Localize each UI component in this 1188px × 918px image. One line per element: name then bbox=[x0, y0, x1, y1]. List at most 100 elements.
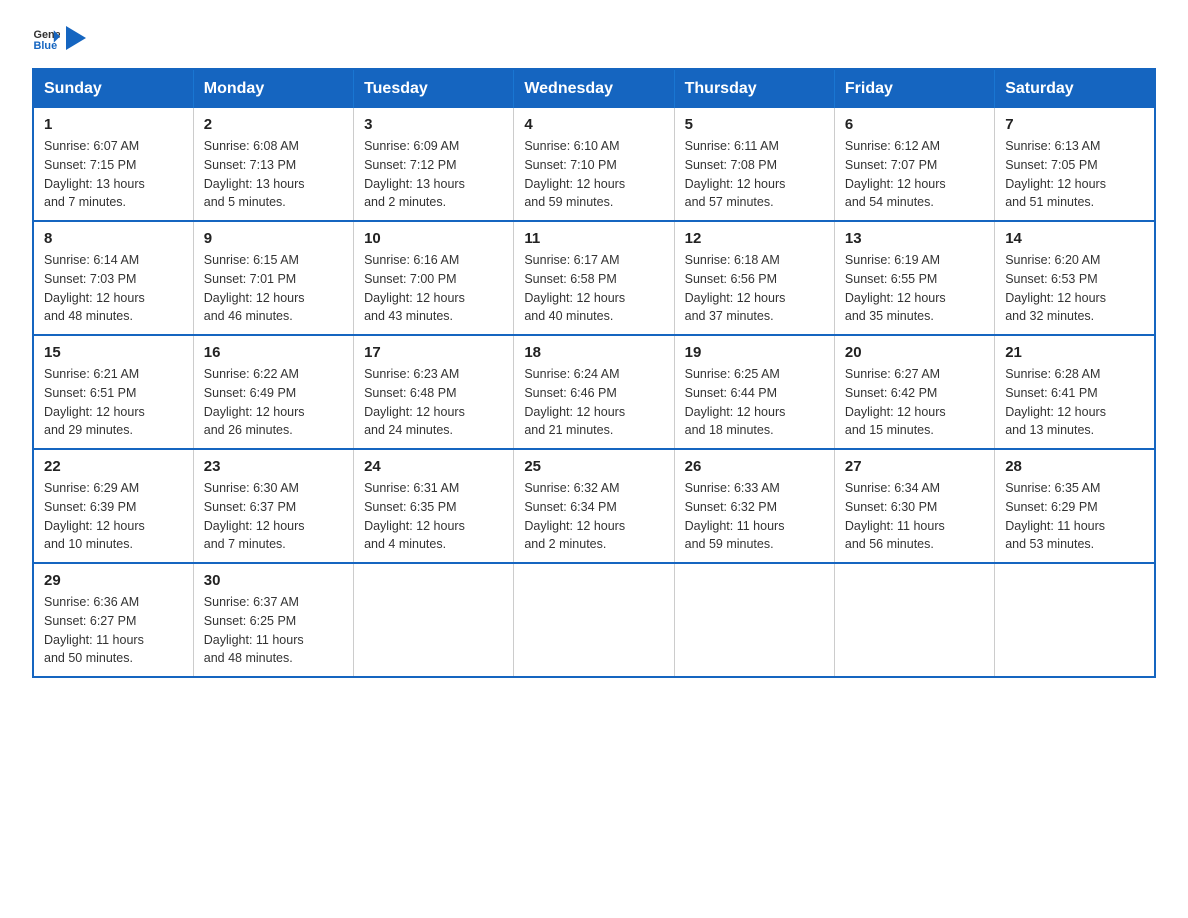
day-info: Sunrise: 6:27 AMSunset: 6:42 PMDaylight:… bbox=[845, 367, 946, 437]
day-number: 9 bbox=[204, 230, 343, 247]
day-info: Sunrise: 6:21 AMSunset: 6:51 PMDaylight:… bbox=[44, 367, 145, 437]
day-info: Sunrise: 6:33 AMSunset: 6:32 PMDaylight:… bbox=[685, 481, 785, 551]
day-number: 4 bbox=[524, 116, 663, 133]
logo-triangle-icon bbox=[66, 26, 86, 50]
day-info: Sunrise: 6:28 AMSunset: 6:41 PMDaylight:… bbox=[1005, 367, 1106, 437]
day-info: Sunrise: 6:34 AMSunset: 6:30 PMDaylight:… bbox=[845, 481, 945, 551]
calendar-cell: 5 Sunrise: 6:11 AMSunset: 7:08 PMDayligh… bbox=[674, 108, 834, 221]
day-info: Sunrise: 6:07 AMSunset: 7:15 PMDaylight:… bbox=[44, 139, 145, 209]
day-info: Sunrise: 6:24 AMSunset: 6:46 PMDaylight:… bbox=[524, 367, 625, 437]
day-info: Sunrise: 6:23 AMSunset: 6:48 PMDaylight:… bbox=[364, 367, 465, 437]
calendar-cell: 1 Sunrise: 6:07 AMSunset: 7:15 PMDayligh… bbox=[33, 108, 193, 221]
day-number: 14 bbox=[1005, 230, 1144, 247]
day-number: 5 bbox=[685, 116, 824, 133]
calendar-cell: 25 Sunrise: 6:32 AMSunset: 6:34 PMDaylig… bbox=[514, 449, 674, 563]
calendar-cell bbox=[674, 563, 834, 677]
calendar-cell: 3 Sunrise: 6:09 AMSunset: 7:12 PMDayligh… bbox=[354, 108, 514, 221]
day-info: Sunrise: 6:19 AMSunset: 6:55 PMDaylight:… bbox=[845, 253, 946, 323]
day-number: 3 bbox=[364, 116, 503, 133]
calendar-cell bbox=[995, 563, 1155, 677]
day-number: 30 bbox=[204, 572, 343, 589]
day-info: Sunrise: 6:11 AMSunset: 7:08 PMDaylight:… bbox=[685, 139, 786, 209]
day-number: 8 bbox=[44, 230, 183, 247]
weekday-header-friday: Friday bbox=[834, 69, 994, 108]
weekday-header-row: SundayMondayTuesdayWednesdayThursdayFrid… bbox=[33, 69, 1155, 108]
week-row-1: 1 Sunrise: 6:07 AMSunset: 7:15 PMDayligh… bbox=[33, 108, 1155, 221]
day-number: 28 bbox=[1005, 458, 1144, 475]
day-number: 21 bbox=[1005, 344, 1144, 361]
day-info: Sunrise: 6:08 AMSunset: 7:13 PMDaylight:… bbox=[204, 139, 305, 209]
week-row-2: 8 Sunrise: 6:14 AMSunset: 7:03 PMDayligh… bbox=[33, 221, 1155, 335]
calendar-cell: 29 Sunrise: 6:36 AMSunset: 6:27 PMDaylig… bbox=[33, 563, 193, 677]
calendar-cell: 23 Sunrise: 6:30 AMSunset: 6:37 PMDaylig… bbox=[193, 449, 353, 563]
day-info: Sunrise: 6:30 AMSunset: 6:37 PMDaylight:… bbox=[204, 481, 305, 551]
calendar-cell: 18 Sunrise: 6:24 AMSunset: 6:46 PMDaylig… bbox=[514, 335, 674, 449]
day-number: 18 bbox=[524, 344, 663, 361]
day-number: 19 bbox=[685, 344, 824, 361]
day-info: Sunrise: 6:22 AMSunset: 6:49 PMDaylight:… bbox=[204, 367, 305, 437]
calendar-cell: 20 Sunrise: 6:27 AMSunset: 6:42 PMDaylig… bbox=[834, 335, 994, 449]
calendar-cell: 22 Sunrise: 6:29 AMSunset: 6:39 PMDaylig… bbox=[33, 449, 193, 563]
day-info: Sunrise: 6:36 AMSunset: 6:27 PMDaylight:… bbox=[44, 595, 144, 665]
calendar-cell: 14 Sunrise: 6:20 AMSunset: 6:53 PMDaylig… bbox=[995, 221, 1155, 335]
logo-icon: General Blue bbox=[32, 24, 60, 52]
week-row-3: 15 Sunrise: 6:21 AMSunset: 6:51 PMDaylig… bbox=[33, 335, 1155, 449]
day-number: 26 bbox=[685, 458, 824, 475]
day-info: Sunrise: 6:09 AMSunset: 7:12 PMDaylight:… bbox=[364, 139, 465, 209]
calendar-cell bbox=[834, 563, 994, 677]
day-number: 1 bbox=[44, 116, 183, 133]
day-number: 29 bbox=[44, 572, 183, 589]
day-info: Sunrise: 6:17 AMSunset: 6:58 PMDaylight:… bbox=[524, 253, 625, 323]
calendar-cell: 16 Sunrise: 6:22 AMSunset: 6:49 PMDaylig… bbox=[193, 335, 353, 449]
day-number: 16 bbox=[204, 344, 343, 361]
day-number: 15 bbox=[44, 344, 183, 361]
day-number: 20 bbox=[845, 344, 984, 361]
calendar-cell: 15 Sunrise: 6:21 AMSunset: 6:51 PMDaylig… bbox=[33, 335, 193, 449]
day-info: Sunrise: 6:12 AMSunset: 7:07 PMDaylight:… bbox=[845, 139, 946, 209]
day-number: 27 bbox=[845, 458, 984, 475]
calendar-cell: 28 Sunrise: 6:35 AMSunset: 6:29 PMDaylig… bbox=[995, 449, 1155, 563]
day-info: Sunrise: 6:16 AMSunset: 7:00 PMDaylight:… bbox=[364, 253, 465, 323]
week-row-5: 29 Sunrise: 6:36 AMSunset: 6:27 PMDaylig… bbox=[33, 563, 1155, 677]
calendar-cell: 9 Sunrise: 6:15 AMSunset: 7:01 PMDayligh… bbox=[193, 221, 353, 335]
calendar-cell: 26 Sunrise: 6:33 AMSunset: 6:32 PMDaylig… bbox=[674, 449, 834, 563]
calendar-cell: 7 Sunrise: 6:13 AMSunset: 7:05 PMDayligh… bbox=[995, 108, 1155, 221]
day-number: 12 bbox=[685, 230, 824, 247]
day-info: Sunrise: 6:14 AMSunset: 7:03 PMDaylight:… bbox=[44, 253, 145, 323]
weekday-header-saturday: Saturday bbox=[995, 69, 1155, 108]
calendar-cell: 17 Sunrise: 6:23 AMSunset: 6:48 PMDaylig… bbox=[354, 335, 514, 449]
day-number: 23 bbox=[204, 458, 343, 475]
svg-text:Blue: Blue bbox=[34, 40, 58, 52]
calendar-cell: 27 Sunrise: 6:34 AMSunset: 6:30 PMDaylig… bbox=[834, 449, 994, 563]
weekday-header-wednesday: Wednesday bbox=[514, 69, 674, 108]
day-info: Sunrise: 6:37 AMSunset: 6:25 PMDaylight:… bbox=[204, 595, 304, 665]
week-row-4: 22 Sunrise: 6:29 AMSunset: 6:39 PMDaylig… bbox=[33, 449, 1155, 563]
day-info: Sunrise: 6:13 AMSunset: 7:05 PMDaylight:… bbox=[1005, 139, 1106, 209]
calendar-cell: 19 Sunrise: 6:25 AMSunset: 6:44 PMDaylig… bbox=[674, 335, 834, 449]
calendar-table: SundayMondayTuesdayWednesdayThursdayFrid… bbox=[32, 68, 1156, 678]
day-number: 25 bbox=[524, 458, 663, 475]
weekday-header-thursday: Thursday bbox=[674, 69, 834, 108]
day-number: 6 bbox=[845, 116, 984, 133]
day-number: 24 bbox=[364, 458, 503, 475]
day-number: 10 bbox=[364, 230, 503, 247]
weekday-header-sunday: Sunday bbox=[33, 69, 193, 108]
day-number: 11 bbox=[524, 230, 663, 247]
calendar-cell: 21 Sunrise: 6:28 AMSunset: 6:41 PMDaylig… bbox=[995, 335, 1155, 449]
weekday-header-monday: Monday bbox=[193, 69, 353, 108]
calendar-cell: 6 Sunrise: 6:12 AMSunset: 7:07 PMDayligh… bbox=[834, 108, 994, 221]
day-info: Sunrise: 6:35 AMSunset: 6:29 PMDaylight:… bbox=[1005, 481, 1105, 551]
day-info: Sunrise: 6:18 AMSunset: 6:56 PMDaylight:… bbox=[685, 253, 786, 323]
calendar-cell bbox=[514, 563, 674, 677]
day-info: Sunrise: 6:29 AMSunset: 6:39 PMDaylight:… bbox=[44, 481, 145, 551]
day-info: Sunrise: 6:25 AMSunset: 6:44 PMDaylight:… bbox=[685, 367, 786, 437]
day-number: 22 bbox=[44, 458, 183, 475]
calendar-cell: 10 Sunrise: 6:16 AMSunset: 7:00 PMDaylig… bbox=[354, 221, 514, 335]
day-info: Sunrise: 6:20 AMSunset: 6:53 PMDaylight:… bbox=[1005, 253, 1106, 323]
day-info: Sunrise: 6:10 AMSunset: 7:10 PMDaylight:… bbox=[524, 139, 625, 209]
day-number: 17 bbox=[364, 344, 503, 361]
calendar-cell: 12 Sunrise: 6:18 AMSunset: 6:56 PMDaylig… bbox=[674, 221, 834, 335]
day-info: Sunrise: 6:15 AMSunset: 7:01 PMDaylight:… bbox=[204, 253, 305, 323]
calendar-cell: 8 Sunrise: 6:14 AMSunset: 7:03 PMDayligh… bbox=[33, 221, 193, 335]
calendar-cell: 4 Sunrise: 6:10 AMSunset: 7:10 PMDayligh… bbox=[514, 108, 674, 221]
